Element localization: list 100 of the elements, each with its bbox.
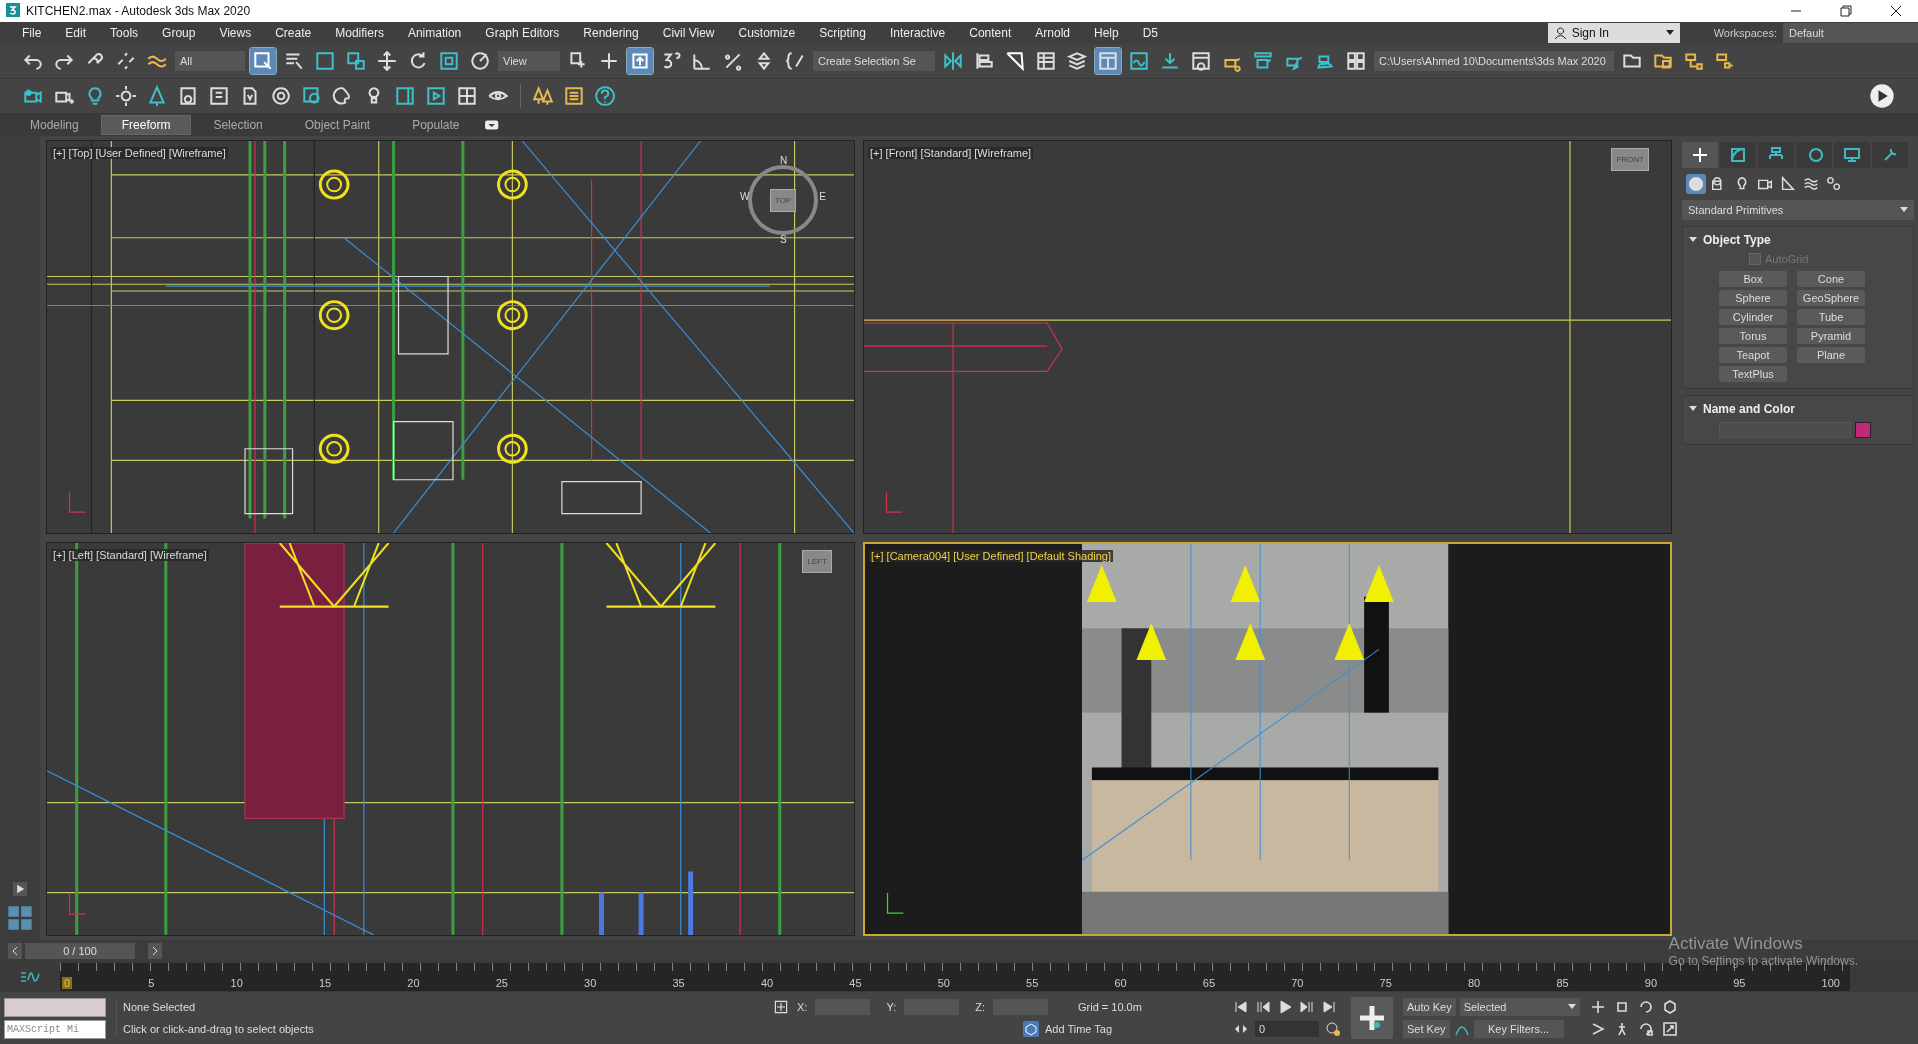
transform-mode-icon[interactable] (773, 999, 789, 1015)
maxscript-field[interactable]: MAXScript Mi (4, 1019, 106, 1039)
close-icon[interactable] (1890, 5, 1902, 17)
viewport-label[interactable]: [+] [Top] [User Defined] [Wireframe] (51, 147, 228, 159)
viewport[interactable]: [+] [Camera004] [User Defined] [Default Shading] (863, 542, 1672, 936)
primitive-button[interactable]: Box (1719, 271, 1787, 287)
person-icon[interactable] (1553, 26, 1567, 40)
primitive-button[interactable]: Cylinder (1719, 309, 1787, 325)
prompt-text: Click or click-and-drag to select objects (123, 1023, 315, 1035)
ribbon-tab[interactable]: Modeling (10, 116, 99, 134)
menu-item[interactable]: Rendering (571, 26, 651, 40)
sign-in-link[interactable]: Sign In (1571, 26, 1609, 40)
caret-icon[interactable] (1665, 30, 1674, 36)
rollout-title[interactable]: Name and Color (1703, 402, 1795, 416)
maximize-icon[interactable] (1661, 1021, 1678, 1037)
menu-item[interactable]: Content (957, 26, 1024, 40)
menu-item[interactable]: Help (1081, 26, 1131, 40)
viewport-label[interactable]: [+] [Camera004] [User Defined] [Default Shading] (869, 550, 1113, 562)
previous-key-icon[interactable] (1255, 999, 1271, 1015)
ribbon-tab[interactable]: Populate (392, 116, 480, 134)
restore-icon[interactable] (1840, 5, 1852, 17)
key-filters-button[interactable]: Key Filters... (1473, 1020, 1564, 1038)
hierarchy-tab-icon[interactable] (1758, 142, 1794, 168)
selection-filter-dropdown[interactable]: All (175, 51, 245, 71)
ribbon-tab[interactable]: Freeform (100, 115, 192, 135)
frame-number: 45 (849, 977, 862, 989)
reference-coordinate-dropdown[interactable]: View (498, 51, 560, 71)
set-key-mode-button[interactable]: Set Key (1403, 1020, 1450, 1038)
caret-icon[interactable] (1689, 237, 1697, 243)
menu-item[interactable]: File (10, 26, 54, 40)
curve-editor-icon[interactable] (20, 970, 40, 984)
motion-tab-icon[interactable] (1796, 142, 1832, 168)
viewport-label[interactable]: [+] [Left] [Standard] [Wireframe] (51, 549, 209, 561)
menu-item[interactable]: Views (207, 26, 264, 40)
menu-item[interactable]: Graph Editors (473, 26, 572, 40)
current-frame-field[interactable]: 0 (1255, 1021, 1319, 1037)
menu-item[interactable]: D5 (1130, 26, 1170, 40)
previous-frame-icon[interactable] (8, 943, 22, 959)
ribbon-tab[interactable]: Selection (193, 116, 283, 134)
listener-field[interactable] (4, 997, 106, 1017)
primitive-button[interactable]: Cone (1797, 271, 1865, 287)
viewport-label[interactable]: [+] [Front] [Standard] [Wireframe] (868, 147, 1034, 159)
rollout-title[interactable]: Object Type (1703, 233, 1771, 247)
primitive-button[interactable]: Pyramid (1797, 328, 1865, 344)
orbit-sub-icon[interactable] (1637, 1021, 1654, 1037)
auto-key-button[interactable]: Auto Key (1403, 998, 1456, 1016)
pan-arrows-icon[interactable] (1589, 999, 1606, 1015)
viewport[interactable]: [+] [Left] [Standard] [Wireframe] LEFT (46, 542, 855, 936)
primitive-button[interactable]: Tube (1797, 309, 1865, 325)
plus-key-icon[interactable] (1351, 997, 1393, 1039)
ribbon-tab[interactable]: Object Paint (284, 116, 391, 134)
go-to-start-icon[interactable] (1233, 999, 1249, 1015)
primitive-button[interactable]: GeoSphere (1797, 290, 1865, 306)
create-tab-icon[interactable] (1682, 142, 1718, 168)
clock-gear-icon[interactable] (1325, 1021, 1341, 1037)
menu-item[interactable]: Modifiers (323, 26, 396, 40)
caret-icon[interactable] (1689, 406, 1697, 412)
caret-icon[interactable] (1567, 1004, 1576, 1010)
menu-item[interactable]: Tools (98, 26, 151, 40)
viewport[interactable]: [+] [Front] [Standard] [Wireframe] FRONT (863, 140, 1672, 534)
modify-tab-icon[interactable] (1720, 142, 1756, 168)
utilities-tab-icon[interactable] (1872, 142, 1908, 168)
primitive-type-dropdown[interactable]: Standard Primitives (1682, 200, 1914, 220)
grid-window-icon[interactable] (1095, 48, 1121, 74)
project-folder-dropdown[interactable]: C:\Users\Ahmed 10\Documents\3ds Max 2020 (1374, 51, 1614, 71)
primitive-button[interactable]: Sphere (1719, 290, 1787, 306)
display-tab-icon[interactable] (1834, 142, 1870, 168)
menu-item[interactable]: Civil View (650, 26, 727, 40)
named-selection-dropdown[interactable]: Create Selection Se (813, 51, 935, 71)
menu-item[interactable]: Scripting (807, 26, 878, 40)
frame-number: 55 (1026, 977, 1039, 989)
primitive-button[interactable]: Torus (1719, 328, 1787, 344)
workspace-dropdown[interactable]: Default (1783, 23, 1918, 43)
color-swatch[interactable] (1855, 422, 1871, 438)
play-icon[interactable] (1277, 999, 1293, 1015)
menu-item[interactable]: Animation (395, 26, 474, 40)
orbit-icon[interactable] (1637, 999, 1654, 1015)
primitive-button[interactable]: Plane (1797, 347, 1865, 363)
select-cursor-icon[interactable] (250, 48, 276, 74)
menu-item[interactable]: Group (150, 26, 208, 40)
menu-item[interactable]: Customize (726, 26, 808, 40)
add-time-tag-link[interactable]: Add Time Tag (1045, 1023, 1113, 1035)
next-frame-icon[interactable] (148, 943, 162, 959)
cube-tag-icon[interactable] (1023, 1021, 1039, 1037)
menu-item[interactable]: Edit (53, 26, 99, 40)
frame-number: 30 (584, 977, 597, 989)
menu-item[interactable]: Arnold (1023, 26, 1082, 40)
help-icon[interactable] (592, 83, 618, 109)
go-to-end-icon[interactable] (1321, 999, 1337, 1015)
caret-icon[interactable] (1900, 207, 1908, 213)
geometry-category-icon[interactable] (1686, 174, 1706, 194)
viewport-layout-icon[interactable] (6, 904, 34, 932)
arrow-box-icon[interactable] (627, 48, 653, 74)
key-mode-dropdown[interactable]: Selected (1459, 998, 1580, 1016)
sun-icon[interactable] (113, 83, 139, 109)
primitive-button[interactable]: Teapot (1719, 347, 1787, 363)
next-key-icon[interactable] (1299, 999, 1315, 1015)
menu-item[interactable]: Interactive (877, 26, 958, 40)
menu-item[interactable]: Create (263, 26, 324, 40)
primitive-button[interactable]: TextPlus (1719, 366, 1787, 382)
